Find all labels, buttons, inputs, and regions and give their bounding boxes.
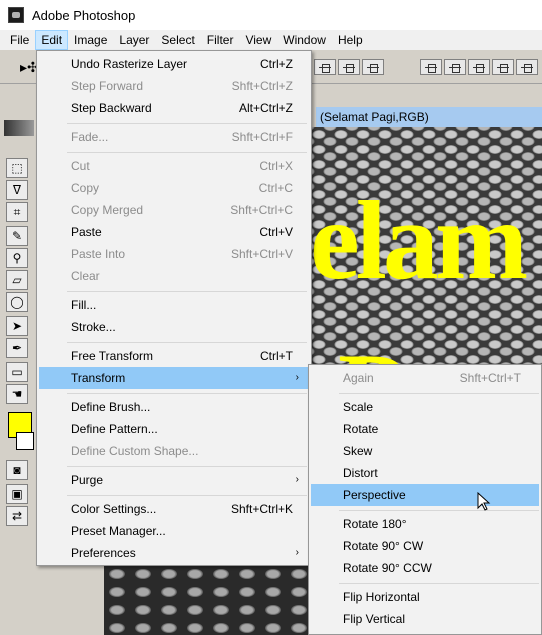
menu-edit[interactable]: Edit <box>35 30 69 50</box>
tool-palette-header <box>4 120 34 136</box>
menu-file[interactable]: File <box>4 30 35 50</box>
document-canvas-lower <box>104 565 310 635</box>
menu-item-copy[interactable]: Copy Ctrl+C <box>39 177 309 199</box>
submenu-item-flip-vertical[interactable]: Flip Vertical <box>311 608 539 630</box>
menu-view[interactable]: View <box>239 30 277 50</box>
submenu-item-rotate-180[interactable]: Rotate 180° <box>311 513 539 535</box>
submenu-item-skew[interactable]: Skew <box>311 440 539 462</box>
menu-separator <box>339 510 539 511</box>
menu-item-step-backward[interactable]: Step Backward Alt+Ctrl+Z <box>39 97 309 119</box>
menu-item-fill[interactable]: Fill... <box>39 294 309 316</box>
menu-separator <box>67 342 307 343</box>
menu-window[interactable]: Window <box>277 30 332 50</box>
menu-item-free-transform[interactable]: Free Transform Ctrl+T <box>39 345 309 367</box>
submenu-item-rotate[interactable]: Rotate <box>311 418 539 440</box>
distribute-buttons-group <box>420 59 538 75</box>
blur-tool-icon[interactable]: ◯ <box>6 292 28 312</box>
background-color-swatch[interactable] <box>16 432 34 450</box>
align-top-icon[interactable] <box>314 59 336 75</box>
notes-tool-icon[interactable]: ▭ <box>6 362 28 382</box>
menu-item-color-settings[interactable]: Color Settings... Shft+Ctrl+K <box>39 498 309 520</box>
title-bar: Adobe Photoshop <box>0 0 542 30</box>
menu-item-stroke[interactable]: Stroke... <box>39 316 309 338</box>
menu-bar: File Edit Image Layer Select Filter View… <box>0 30 542 50</box>
pen-tool-icon[interactable]: ✒ <box>6 338 28 358</box>
stamp-tool-icon[interactable]: ⚲ <box>6 248 28 268</box>
submenu-item-distort[interactable]: Distort <box>311 462 539 484</box>
distribute-hcenter-icon[interactable] <box>516 59 538 75</box>
tool-palette: ⬚ ᐁ ⌗ ✎ ⚲ ▱ ◯ ➤ ✒ ▭ ☚ ◙ ▣ ⇄ <box>0 116 38 536</box>
menu-separator <box>67 152 307 153</box>
submenu-arrow-icon: › <box>295 547 299 558</box>
transform-submenu: Again Shft+Ctrl+T Scale Rotate Skew Dist… <box>308 364 542 635</box>
menu-separator <box>67 123 307 124</box>
distribute-left-icon[interactable] <box>492 59 514 75</box>
window-title: Adobe Photoshop <box>32 7 136 23</box>
menu-separator <box>67 291 307 292</box>
photoshop-app-icon <box>8 7 24 23</box>
edit-menu-dropdown: Undo Rasterize Layer Ctrl+Z Step Forward… <box>36 50 312 566</box>
menu-separator <box>339 393 539 394</box>
menu-help[interactable]: Help <box>332 30 369 50</box>
menu-item-step-forward[interactable]: Step Forward Shft+Ctrl+Z <box>39 75 309 97</box>
screen-mode-icon[interactable]: ▣ <box>6 484 28 504</box>
align-vcenter-icon[interactable] <box>338 59 360 75</box>
submenu-item-rotate-90-ccw[interactable]: Rotate 90° CCW <box>311 557 539 579</box>
menu-separator <box>339 583 539 584</box>
document-title: (Selamat Pagi,RGB) <box>316 107 542 127</box>
canvas-text-layer: elam <box>310 179 528 303</box>
path-select-tool-icon[interactable]: ➤ <box>6 316 28 336</box>
menu-item-fade[interactable]: Fade... Shft+Ctrl+F <box>39 126 309 148</box>
menu-image[interactable]: Image <box>68 30 113 50</box>
submenu-item-scale[interactable]: Scale <box>311 396 539 418</box>
eraser-tool-icon[interactable]: ▱ <box>6 270 28 290</box>
menu-separator <box>67 466 307 467</box>
menu-separator <box>67 495 307 496</box>
menu-item-define-brush[interactable]: Define Brush... <box>39 396 309 418</box>
menu-item-clear[interactable]: Clear <box>39 265 309 287</box>
submenu-arrow-icon: › <box>295 474 299 485</box>
menu-item-copy-merged[interactable]: Copy Merged Shft+Ctrl+C <box>39 199 309 221</box>
jump-to-imageready-icon[interactable]: ⇄ <box>6 506 28 526</box>
submenu-arrow-icon: › <box>295 372 299 383</box>
menu-item-purge[interactable]: Purge › <box>39 469 309 491</box>
menu-select[interactable]: Select <box>155 30 200 50</box>
menu-item-cut[interactable]: Cut Ctrl+X <box>39 155 309 177</box>
menu-item-transform[interactable]: Transform › <box>39 367 309 389</box>
align-buttons-group <box>314 59 384 75</box>
menu-layer[interactable]: Layer <box>113 30 155 50</box>
submenu-item-rotate-90-cw[interactable]: Rotate 90° CW <box>311 535 539 557</box>
align-bottom-icon[interactable] <box>362 59 384 75</box>
menu-item-preferences[interactable]: Preferences › <box>39 542 309 564</box>
crop-tool-icon[interactable]: ⌗ <box>6 202 28 222</box>
menu-item-preset-manager[interactable]: Preset Manager... <box>39 520 309 542</box>
distribute-vcenter-icon[interactable] <box>444 59 466 75</box>
hand-tool-icon[interactable]: ☚ <box>6 384 28 404</box>
menu-item-undo[interactable]: Undo Rasterize Layer Ctrl+Z <box>39 53 309 75</box>
distribute-bottom-icon[interactable] <box>468 59 490 75</box>
submenu-item-perspective[interactable]: Perspective <box>311 484 539 506</box>
marquee-tool-icon[interactable]: ⬚ <box>6 158 28 178</box>
lasso-tool-icon[interactable]: ᐁ <box>6 180 28 200</box>
menu-item-paste-into[interactable]: Paste Into Shft+Ctrl+V <box>39 243 309 265</box>
menu-item-define-pattern[interactable]: Define Pattern... <box>39 418 309 440</box>
quick-mask-icon[interactable]: ◙ <box>6 460 28 480</box>
menu-item-paste[interactable]: Paste Ctrl+V <box>39 221 309 243</box>
menu-filter[interactable]: Filter <box>201 30 240 50</box>
menu-item-define-custom-shape[interactable]: Define Custom Shape... <box>39 440 309 462</box>
submenu-item-flip-horizontal[interactable]: Flip Horizontal <box>311 586 539 608</box>
submenu-item-again[interactable]: Again Shft+Ctrl+T <box>311 367 539 389</box>
menu-separator <box>67 393 307 394</box>
brush-tool-icon[interactable]: ✎ <box>6 226 28 246</box>
distribute-top-icon[interactable] <box>420 59 442 75</box>
